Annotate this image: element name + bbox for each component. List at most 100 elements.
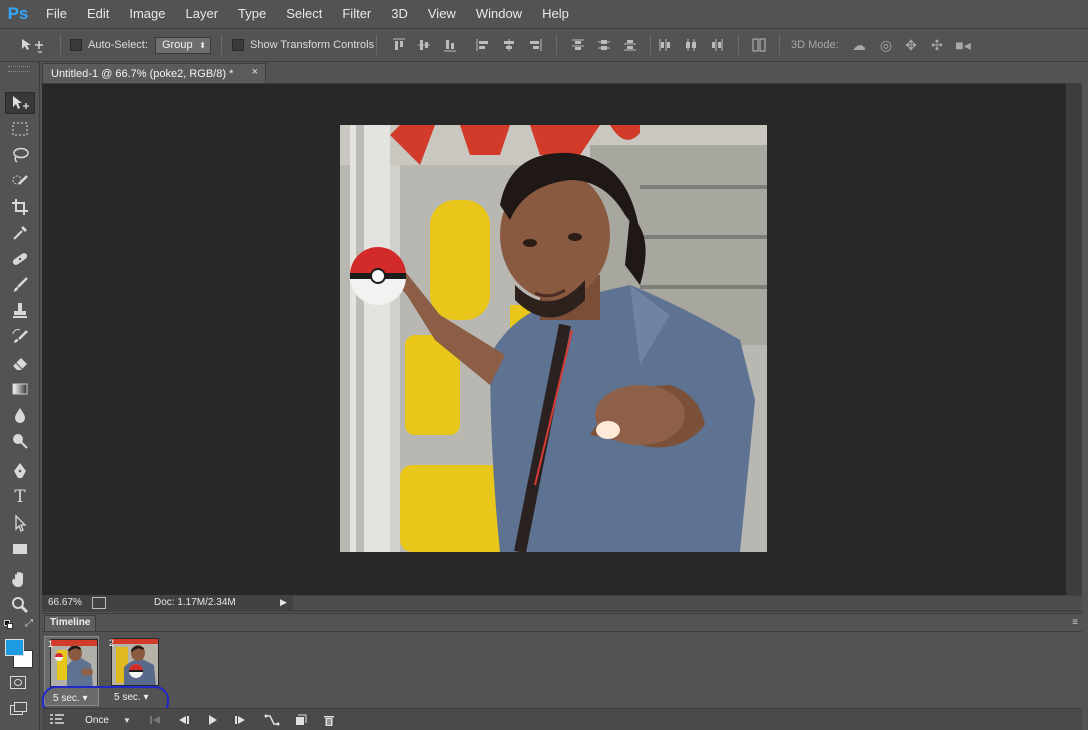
align-right-icon[interactable] — [528, 38, 542, 52]
type-tool-icon[interactable]: T — [5, 486, 35, 508]
menu-filter[interactable]: Filter — [332, 0, 381, 28]
align-left-icon[interactable] — [476, 38, 490, 52]
distribute-top-icon[interactable] — [571, 38, 585, 52]
swap-colors-icon[interactable]: ⤢ — [25, 618, 33, 629]
menu-window[interactable]: Window — [466, 0, 532, 28]
status-bar: 66.67% Doc: 1.17M/2.34M ▶ — [42, 595, 1082, 612]
timeline-tab[interactable]: Timeline — [44, 615, 96, 631]
3d-slide-icon[interactable]: ✣ — [928, 37, 946, 53]
3d-mode-label: 3D Mode: — [791, 39, 839, 51]
zoom-tool-icon[interactable] — [5, 594, 35, 616]
menu-layer[interactable]: Layer — [176, 0, 229, 28]
lasso-tool-icon[interactable] — [5, 144, 35, 166]
align-vcenter-icon[interactable] — [417, 38, 431, 52]
document-tab[interactable]: Untitled-1 @ 66.7% (poke2, RGB/8) * × — [42, 63, 266, 83]
blur-tool-icon[interactable] — [5, 404, 35, 426]
menu-bar: Ps File Edit Image Layer Type Select Fil… — [0, 0, 1088, 28]
distribute-hcenter-icon[interactable] — [684, 38, 698, 52]
menu-file[interactable]: File — [36, 0, 77, 28]
default-colors-icon[interactable] — [4, 620, 13, 629]
rectangle-tool-icon[interactable] — [5, 538, 35, 560]
align-bottom-icon[interactable] — [443, 38, 457, 52]
foreground-color-swatch[interactable] — [5, 639, 24, 656]
clone-stamp-tool-icon[interactable] — [5, 300, 35, 322]
align-top-icon[interactable] — [392, 38, 406, 52]
distribute-bottom-icon[interactable] — [623, 38, 637, 52]
eyedropper-tool-icon[interactable] — [5, 222, 35, 244]
auto-align-layers-icon[interactable] — [752, 38, 766, 52]
document-size-info: Doc: 1.17M/2.34M — [154, 597, 236, 608]
loop-options-value: Once — [85, 714, 109, 726]
show-transform-label: Show Transform Controls — [250, 39, 375, 51]
auto-select-target-value: Group — [162, 39, 193, 51]
auto-select-target-dropdown[interactable]: Group ⬍ — [155, 37, 211, 54]
distribute-vcenter-icon[interactable] — [597, 38, 611, 52]
brush-tool-icon[interactable] — [5, 274, 35, 296]
share-icon[interactable] — [92, 597, 106, 609]
timeline-panel: Timeline ≡ 1 5 sec. ▾ 2 5 sec. ▾ Once ▼ — [42, 613, 1082, 730]
convert-to-video-timeline-icon[interactable] — [48, 711, 66, 729]
tween-icon[interactable] — [262, 711, 282, 729]
3d-drag-icon[interactable]: ✥ — [902, 37, 920, 53]
separator — [738, 35, 739, 55]
menu-edit[interactable]: Edit — [77, 0, 119, 28]
menu-select[interactable]: Select — [276, 0, 332, 28]
panel-menu-icon[interactable]: ≡ — [1072, 617, 1078, 628]
frame-thumbnail — [111, 638, 159, 686]
menu-type[interactable]: Type — [228, 0, 276, 28]
show-transform-checkbox[interactable]: Show Transform Controls — [232, 29, 374, 61]
separator — [779, 35, 780, 55]
menu-view[interactable]: View — [418, 0, 466, 28]
frame-number: 1 — [48, 639, 54, 649]
menu-image[interactable]: Image — [119, 0, 175, 28]
tools-panel: T ⤢ — [0, 62, 40, 730]
chevron-updown-icon: ⬍ — [199, 41, 206, 50]
3d-scale-icon[interactable]: ■◂ — [954, 37, 972, 53]
healing-brush-tool-icon[interactable] — [5, 248, 35, 270]
distribute-left-icon[interactable] — [658, 38, 672, 52]
menu-3d[interactable]: 3D — [381, 0, 418, 28]
play-icon[interactable] — [204, 711, 222, 729]
3d-rotate-icon[interactable]: ☁ — [850, 37, 868, 53]
crop-tool-icon[interactable] — [5, 196, 35, 218]
next-frame-icon[interactable] — [232, 711, 250, 729]
document-canvas[interactable] — [340, 125, 767, 552]
menu-help[interactable]: Help — [532, 0, 579, 28]
status-menu-arrow-icon[interactable]: ▶ — [280, 597, 287, 608]
move-tool-icon — [22, 39, 43, 53]
separator — [221, 35, 222, 55]
zoom-level[interactable]: 66.67% — [48, 597, 82, 608]
options-bar: Auto-Select: Group ⬍ Show Transform Cont… — [0, 28, 1088, 62]
pen-tool-icon[interactable] — [5, 460, 35, 482]
quick-mask-icon[interactable] — [10, 676, 26, 689]
first-frame-icon[interactable] — [146, 711, 164, 729]
marquee-tool-icon[interactable] — [5, 118, 35, 140]
align-hcenter-icon[interactable] — [502, 38, 516, 52]
duplicate-frame-icon[interactable] — [292, 711, 310, 729]
delete-frame-icon[interactable] — [320, 711, 338, 729]
3d-roll-icon[interactable]: ◎ — [877, 37, 895, 53]
dodge-tool-icon[interactable] — [5, 430, 35, 452]
loop-options-dropdown[interactable]: Once ▼ — [78, 711, 138, 729]
frame-number: 2 — [109, 638, 115, 648]
hand-tool-icon[interactable] — [5, 568, 35, 590]
eraser-tool-icon[interactable] — [5, 352, 35, 374]
history-brush-tool-icon[interactable] — [5, 326, 35, 348]
close-icon[interactable]: × — [252, 66, 258, 78]
canvas-area[interactable] — [42, 84, 1082, 595]
previous-frame-icon[interactable] — [174, 711, 192, 729]
quick-select-tool-icon[interactable] — [5, 170, 35, 192]
move-tool-preset-button[interactable] — [20, 29, 44, 61]
distribute-right-icon[interactable] — [710, 38, 724, 52]
horizontal-scrollbar[interactable] — [293, 596, 1082, 610]
panel-grip[interactable] — [8, 66, 30, 72]
auto-select-checkbox[interactable]: Auto-Select: — [70, 29, 148, 61]
vertical-scrollbar[interactable] — [1066, 84, 1082, 595]
screen-mode-icon[interactable] — [10, 702, 28, 716]
gradient-tool-icon[interactable] — [5, 378, 35, 400]
move-tool-icon[interactable] — [5, 92, 35, 114]
3d-mode-label-group: 3D Mode: — [791, 29, 839, 61]
chevron-down-icon: ▼ — [122, 715, 131, 725]
path-selection-tool-icon[interactable] — [5, 512, 35, 534]
photoshop-window: Ps File Edit Image Layer Type Select Fil… — [0, 0, 1088, 730]
